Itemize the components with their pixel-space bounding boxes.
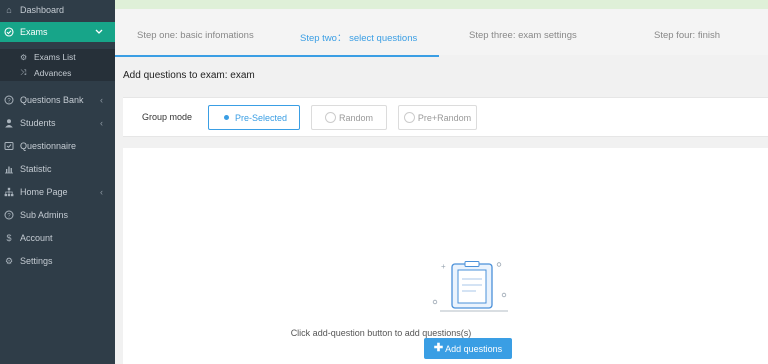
top-status-bar <box>115 0 768 9</box>
sidebar-item-label: Questions Bank <box>20 95 84 105</box>
sidebar-item-label: Students <box>20 118 56 128</box>
steps-bar: Step one: basic infomations Step two： se… <box>115 9 768 57</box>
group-mode-label: Group mode <box>142 112 193 122</box>
questions-panel: + Click add-question button to add quest… <box>123 148 768 364</box>
sidebar-subitem-label: Advances <box>34 68 72 78</box>
gear-icon: ⚙ <box>4 255 14 266</box>
sidebar-item-label: Home Page <box>20 187 68 197</box>
questionnaire-icon <box>4 141 14 151</box>
mode-pre-random-button[interactable]: Pre+Random <box>398 105 477 130</box>
chevron-down-icon <box>95 27 103 37</box>
sidebar-item-label: Dashboard <box>20 5 65 15</box>
step-three[interactable]: Step three: exam settings <box>469 30 577 41</box>
group-mode-panel: Group mode Pre-Selected Random Pre+Rando… <box>123 97 768 137</box>
sidebar-item-settings[interactable]: ⚙ Settings <box>0 251 115 271</box>
check-circle-icon <box>4 27 14 37</box>
page-title: Add questions to exam: exam <box>123 70 255 81</box>
radio-icon <box>403 112 415 123</box>
chevron-left-icon: ‹ <box>100 95 103 105</box>
sidebar-item-students[interactable]: Students ‹ <box>0 113 115 133</box>
sidebar-item-questions-bank[interactable]: ? Questions Bank ‹ <box>0 90 115 110</box>
home-icon: ⌂ <box>6 4 12 15</box>
shuffle-icon: ⤨ <box>20 68 27 77</box>
question-circle-icon: ? <box>4 95 14 105</box>
add-questions-button[interactable]: ✚ Add questions <box>424 338 512 359</box>
question-circle-icon: ? <box>4 210 14 220</box>
dollar-icon: $ <box>6 232 12 243</box>
mode-label: Random <box>338 112 374 123</box>
mode-label: Pre-Selected <box>234 112 288 123</box>
sidebar-subitem-advances[interactable]: ⤨ Advances <box>0 65 115 81</box>
sidebar-item-account[interactable]: $ Account <box>0 228 115 248</box>
sidebar-item-exams[interactable]: Exams <box>0 22 115 42</box>
gear-icon: ⚙ <box>20 52 28 62</box>
chevron-left-icon: ‹ <box>100 187 103 197</box>
clipboard-illustration-icon: + <box>432 261 508 312</box>
sidebar-subitem-label: Exams List <box>34 52 76 62</box>
mode-label: Pre+Random <box>417 112 472 123</box>
chevron-left-icon: ‹ <box>100 118 103 128</box>
empty-state-message: Click add-question button to add questio… <box>290 328 472 338</box>
sidebar-item-dashboard[interactable]: ⌂ Dashboard <box>0 0 115 20</box>
sidebar-item-label: Sub Admins <box>20 210 69 220</box>
user-icon <box>4 118 14 128</box>
main-content: Step one: basic infomations Step two： se… <box>115 0 768 364</box>
sidebar-item-label: Exams <box>20 27 48 37</box>
plus-icon: ✚ <box>433 342 444 354</box>
sidebar-subitem-exams-list[interactable]: ⚙ Exams List <box>0 49 115 65</box>
sidebar-item-questionnaire[interactable]: Questionnaire <box>0 136 115 156</box>
sidebar-item-statistic[interactable]: Statistic <box>0 159 115 179</box>
sidebar-item-label: Statistic <box>20 164 52 174</box>
sidebar-item-label: Account <box>20 233 53 243</box>
sitemap-icon <box>4 187 14 197</box>
active-step-indicator <box>115 55 439 57</box>
bar-chart-icon <box>4 164 14 174</box>
sidebar: ⌂ Dashboard Exams ⚙ Exams List ⤨ Advance… <box>0 0 115 364</box>
add-questions-label: Add questions <box>445 343 503 354</box>
sidebar-item-sub-admins[interactable]: ? Sub Admins <box>0 205 115 225</box>
mode-random-button[interactable]: Random <box>311 105 387 130</box>
step-one[interactable]: Step one: basic infomations <box>137 30 254 41</box>
sidebar-item-home-page[interactable]: Home Page ‹ <box>0 182 115 202</box>
sidebar-item-label: Settings <box>20 256 53 266</box>
sidebar-item-label: Questionnaire <box>20 141 77 151</box>
svg-text:+: + <box>441 262 446 271</box>
mode-pre-selected-button[interactable]: Pre-Selected <box>208 105 300 130</box>
radio-icon <box>324 112 336 123</box>
step-two[interactable]: Step two： select questions <box>300 30 417 44</box>
radio-selected-icon <box>221 112 232 123</box>
step-four[interactable]: Step four: finish <box>654 30 720 41</box>
